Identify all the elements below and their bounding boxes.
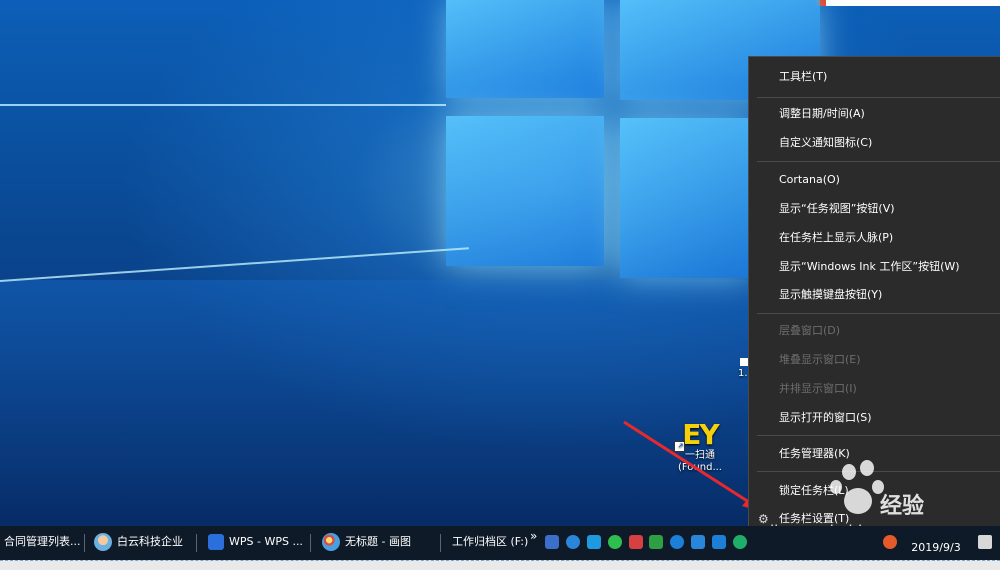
logo-pane-bottom-left bbox=[446, 116, 604, 266]
notification-center-icon[interactable] bbox=[978, 535, 992, 549]
tray-mail-icon[interactable] bbox=[691, 535, 705, 549]
menu-item-task-manager[interactable]: 任务管理器(K) bbox=[749, 442, 1000, 466]
menu-separator bbox=[757, 161, 1000, 162]
taskbar-divider bbox=[440, 534, 441, 552]
taskbar-divider bbox=[196, 534, 197, 552]
menu-separator bbox=[757, 97, 1000, 98]
wps-icon bbox=[208, 534, 224, 550]
menu-item-cascade: 层叠窗口(D) bbox=[779, 324, 841, 337]
tray-shield-icon[interactable] bbox=[566, 535, 580, 549]
taskbar-item-paint[interactable]: 无标题 - 画图 bbox=[322, 526, 411, 560]
menu-item-adjust-datetime[interactable]: 调整日期/时间(A) bbox=[749, 102, 1000, 126]
menu-item-lock-taskbar[interactable]: 锁定任务栏(L) bbox=[749, 479, 1000, 503]
menu-item-show-desktop[interactable]: 显示打开的窗口(S) bbox=[749, 406, 1000, 430]
menu-item-people[interactable]: 在任务栏上显示人脉(P) bbox=[749, 226, 1000, 250]
menu-separator bbox=[757, 471, 1000, 472]
taskbar-divider bbox=[84, 534, 85, 552]
bottom-screen-strip bbox=[0, 560, 1000, 570]
tray-ime-icon[interactable] bbox=[883, 535, 897, 549]
taskbar-item-folder[interactable]: 工作归档区 (F:) bbox=[452, 526, 528, 560]
taskbar-divider bbox=[310, 534, 311, 552]
taskbar: 合同管理列表... 白云科技企业 WPS - WPS ... 无标题 - 画图 … bbox=[0, 526, 1000, 560]
menu-item-toolbar[interactable]: 工具栏(T) bbox=[749, 65, 1000, 89]
user-avatar-icon bbox=[94, 533, 112, 551]
light-beam bbox=[0, 104, 446, 106]
taskbar-item-wps[interactable]: WPS - WPS ... bbox=[208, 526, 303, 560]
logo-pane-bottom-right bbox=[620, 118, 750, 278]
taskbar-clock-date[interactable]: 2019/9/3 bbox=[906, 541, 966, 554]
menu-item-cortana[interactable]: Cortana(O) bbox=[749, 168, 1000, 192]
menu-item-side-by-side: 并排显示窗口(I) bbox=[779, 382, 857, 395]
logo-pane-top-left bbox=[446, 0, 604, 98]
tray-x-icon[interactable] bbox=[629, 535, 643, 549]
menu-separator bbox=[757, 435, 1000, 436]
security-shield-icon[interactable] bbox=[649, 535, 663, 549]
menu-item-task-view[interactable]: 显示“任务视图”按钮(V) bbox=[749, 197, 1000, 221]
tray-cube-icon[interactable] bbox=[587, 535, 601, 549]
menu-item-customize-notify[interactable]: 自定义通知图标(C) bbox=[749, 131, 1000, 155]
light-beam bbox=[0, 247, 469, 282]
taskbar-item-baiyun[interactable]: 白云科技企业 bbox=[94, 526, 183, 560]
gear-icon: ⚙ bbox=[758, 512, 769, 526]
menu-separator bbox=[757, 313, 1000, 314]
cloud-icon[interactable] bbox=[670, 535, 684, 549]
menu-item-touch-keyboard[interactable]: 显示触摸键盘按钮(Y) bbox=[749, 283, 1000, 307]
watermark-text: 经验 bbox=[880, 494, 925, 519]
file-icon bbox=[740, 358, 748, 366]
menu-item-windows-ink[interactable]: 显示“Windows Ink 工作区”按钮(W) bbox=[749, 255, 1000, 279]
tray-star-icon[interactable] bbox=[712, 535, 726, 549]
paint-icon bbox=[322, 533, 340, 551]
menu-item-stacked: 堆叠显示窗口(E) bbox=[779, 353, 861, 366]
wechat-icon[interactable] bbox=[608, 535, 622, 549]
taskbar-context-menu: 工具栏(T) 调整日期/时间(A) 自定义通知图标(C) Cortana(O) … bbox=[748, 56, 1000, 530]
top-window-strip bbox=[826, 0, 1000, 6]
tray-app-icon[interactable] bbox=[545, 535, 559, 549]
taskbar-item-contract-list[interactable]: 合同管理列表... bbox=[4, 526, 81, 560]
tray-green-icon[interactable] bbox=[733, 535, 747, 549]
taskbar-overflow-chevron[interactable]: » bbox=[530, 520, 537, 554]
